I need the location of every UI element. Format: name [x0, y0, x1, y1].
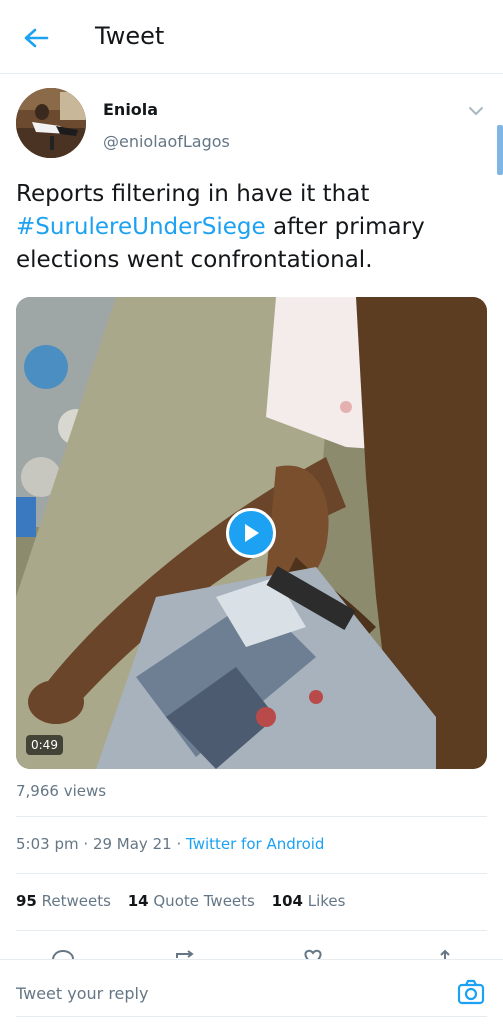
top-bar: Tweet: [0, 0, 503, 74]
avatar[interactable]: [16, 88, 86, 158]
video-player[interactable]: 0:49: [16, 297, 487, 769]
tweet-date: 29 May 21: [92, 835, 172, 853]
author-handle[interactable]: @eniolaofLagos: [103, 132, 230, 151]
action-bar: [0, 942, 503, 960]
hashtag-link[interactable]: #SurulereUnderSiege: [16, 214, 266, 240]
camera-icon[interactable]: [456, 977, 486, 1007]
tweet-meta: 5:03 pm · 29 May 21 · Twitter for Androi…: [16, 835, 324, 853]
retweets-count: 95: [16, 892, 37, 910]
retweets-stat[interactable]: 95 Retweets: [16, 892, 111, 910]
reply-input[interactable]: Tweet your reply: [16, 984, 148, 1003]
divider: [16, 816, 487, 817]
play-icon: [245, 524, 259, 542]
divider: [16, 873, 487, 874]
tweet-author: Eniola @eniolaofLagos: [16, 88, 487, 164]
scrollbar-thumb[interactable]: [497, 125, 503, 175]
tweet-time: 5:03 pm: [16, 835, 79, 853]
video-duration: 0:49: [26, 735, 63, 755]
tweet-source-link[interactable]: Twitter for Android: [186, 835, 324, 853]
view-count: 7,966 views: [16, 782, 107, 800]
tweet-text: Reports filtering in have it that #Surul…: [16, 178, 486, 277]
chevron-down-icon[interactable]: [465, 100, 487, 122]
meta-separator: ·: [83, 835, 89, 853]
tweet-text-before: Reports filtering in have it that: [16, 181, 370, 207]
page-title: Tweet: [95, 22, 165, 50]
arrow-left-icon: [24, 28, 49, 48]
retweets-label: Retweets: [41, 892, 111, 910]
back-button[interactable]: [18, 20, 54, 56]
author-name[interactable]: Eniola: [103, 100, 158, 119]
quote-tweets-stat[interactable]: 14 Quote Tweets: [128, 892, 255, 910]
divider: [16, 930, 487, 931]
tweet-stats: 95 Retweets 14 Quote Tweets 104 Likes: [16, 892, 357, 910]
likes-stat[interactable]: 104 Likes: [272, 892, 346, 910]
quote-tweets-label: Quote Tweets: [153, 892, 255, 910]
quote-tweets-count: 14: [127, 892, 149, 910]
meta-separator: ·: [176, 835, 182, 853]
reply-underline: [16, 1016, 487, 1017]
play-button[interactable]: [226, 508, 276, 558]
likes-label: Likes: [307, 892, 346, 910]
avatar-image: [16, 88, 86, 158]
reply-bar: Tweet your reply: [0, 959, 503, 1024]
likes-count: 104: [271, 892, 303, 910]
